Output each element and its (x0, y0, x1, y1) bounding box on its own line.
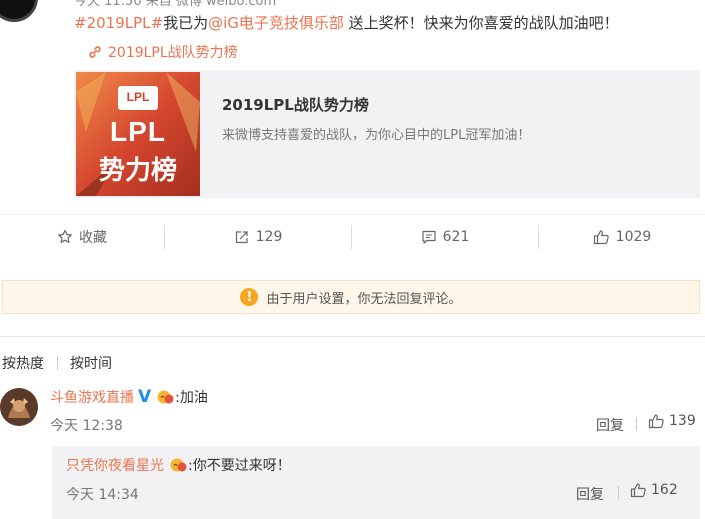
post-meta: 今天 11:50 来自 微博 weibo.com (74, 0, 277, 9)
mention-link[interactable]: @iG电子竞技俱乐部 (208, 14, 344, 32)
favorite-label: 收藏 (79, 230, 107, 246)
comment-reply-button[interactable]: 回复 (596, 415, 624, 435)
topic-link-label[interactable]: 2019LPL战队势力榜 (108, 42, 238, 62)
sub-comment-time: 今天 14:34 (66, 487, 139, 503)
topic-tag-link[interactable]: #2019LPL# (74, 14, 163, 32)
thumbs-up-icon (648, 413, 665, 429)
action-bar: 收藏 129 621 1029 (0, 214, 705, 259)
sub-comment-reply-button[interactable]: 回复 (576, 484, 604, 504)
comment-time: 今天 12:38 (50, 418, 123, 434)
card-image-title: LPL (110, 116, 166, 147)
repost-button[interactable]: 129 (165, 215, 351, 259)
topic-card[interactable]: LPL LPL 势力榜 2019LPL战队势力榜 来微博支持喜爱的战队，为你心目… (74, 70, 700, 198)
author-avatar[interactable] (0, 0, 38, 22)
sort-by-hot[interactable]: 按热度 (2, 353, 44, 373)
sort-by-time[interactable]: 按时间 (70, 353, 112, 373)
commenter-avatar-art (0, 388, 38, 426)
comment-text: :加油 (175, 390, 208, 406)
repost-count: 129 (255, 229, 283, 245)
lpl-logo: LPL (126, 90, 150, 104)
sort-divider (57, 356, 58, 370)
comment-count: 621 (442, 229, 470, 245)
sub-comment-header: 只凭你夜看星光 :你不要过来呀！ (66, 455, 291, 475)
repost-icon (234, 229, 250, 245)
favorite-button[interactable]: 收藏 (0, 215, 164, 259)
comment-icon (421, 229, 437, 245)
card-desc: 来微博支持喜爱的战队，为你心目中的LPL冠军加油！ (222, 128, 531, 143)
card-title[interactable]: 2019LPL战队势力榜 (222, 94, 369, 115)
commenter-name[interactable]: 斗鱼游戏直播 (50, 387, 134, 407)
topic-link-row[interactable]: 2019LPL战队势力榜 (88, 42, 238, 62)
reply-disabled-notice: ! 由于用户设置，你无法回复评论。 (2, 280, 700, 314)
thumbs-up-icon (630, 482, 647, 498)
post-text-mid: 我已为 (163, 14, 209, 32)
comment-button[interactable]: 621 (352, 215, 538, 259)
sub-comment-like-button[interactable]: 162 (630, 482, 678, 498)
comment-action-divider (636, 417, 637, 431)
post-text-end: 送上奖杯！快来为你喜爱的战队加油吧！ (343, 14, 619, 32)
sub-comment-action-divider (618, 486, 619, 500)
fan-badge-icon (155, 389, 175, 405)
comment-header: 斗鱼游戏直播 V :加油 (50, 387, 208, 407)
post-text: #2019LPL#我已为@iG电子竞技俱乐部 送上奖杯！快来为你喜爱的战队加油吧… (74, 12, 619, 33)
fan-badge-icon (168, 457, 188, 473)
like-button[interactable]: 1029 (539, 215, 705, 259)
thumbs-up-icon (593, 229, 610, 245)
sub-comment-like-count: 162 (651, 482, 678, 498)
comment-like-button[interactable]: 139 (648, 413, 696, 429)
sub-commenter-name[interactable]: 只凭你夜看星光 (66, 455, 164, 475)
like-count: 1029 (615, 229, 652, 245)
card-image[interactable]: LPL LPL 势力榜 (76, 72, 200, 196)
sub-comment-text: :你不要过来呀！ (188, 458, 291, 474)
commenter-avatar[interactable] (0, 388, 38, 426)
notice-text: 由于用户设置，你无法回复评论。 (266, 291, 462, 307)
section-divider (0, 336, 705, 337)
verified-icon: V (138, 387, 152, 407)
warning-icon: ! (240, 288, 259, 306)
card-image-subtitle: 势力榜 (98, 156, 177, 186)
link-icon (88, 45, 102, 59)
comment-like-count: 139 (669, 413, 696, 429)
star-icon (57, 229, 73, 245)
